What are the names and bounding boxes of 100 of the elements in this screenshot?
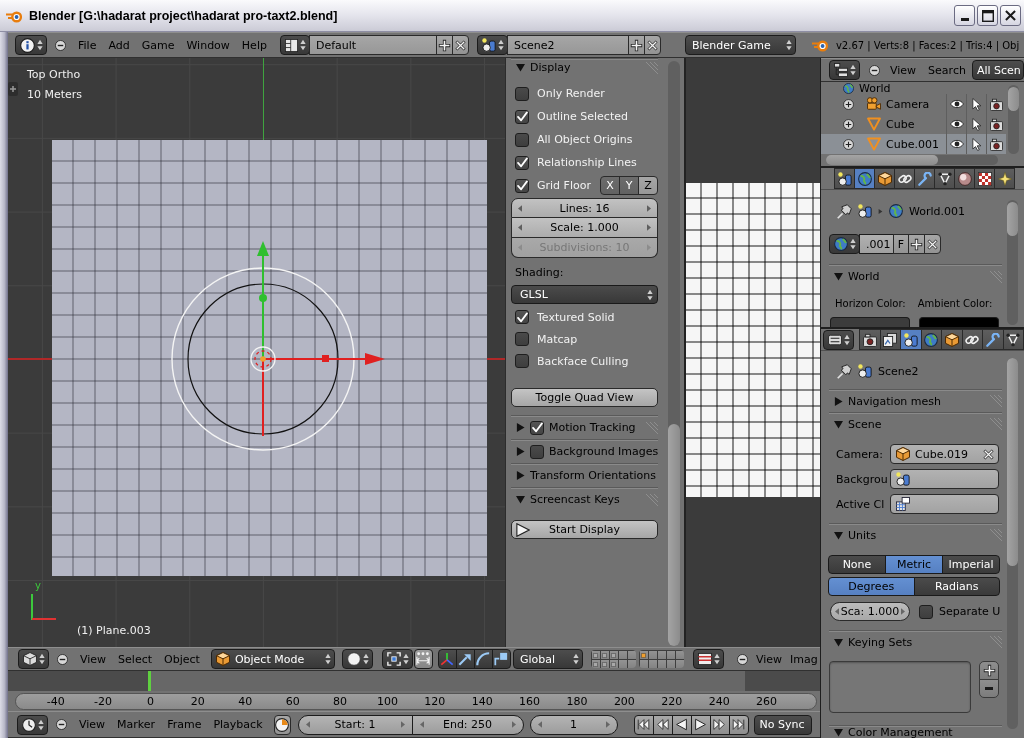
mode-dropdown[interactable]: Object Mode xyxy=(210,649,335,669)
eye-icon[interactable] xyxy=(949,137,964,151)
fake-user-toggle[interactable]: F xyxy=(893,234,909,254)
pin-icon[interactable] xyxy=(837,203,852,219)
properties-tab[interactable] xyxy=(834,168,855,189)
triangle-right-icon[interactable] xyxy=(834,396,843,406)
triangle-down-icon[interactable] xyxy=(516,63,525,72)
unit-scale-field[interactable]: Sca: 1.000 xyxy=(830,602,910,621)
panel-header[interactable]: Navigation mesh xyxy=(829,389,1002,412)
editor-type-dropdown[interactable] xyxy=(693,649,724,669)
minimize-button[interactable] xyxy=(954,5,975,26)
shading-mode-dropdown[interactable] xyxy=(341,649,373,669)
checkbox[interactable] xyxy=(530,420,544,435)
properties-tab[interactable] xyxy=(934,168,955,189)
editor-type-dropdown[interactable] xyxy=(15,35,47,55)
start-frame-field[interactable]: Start: 1 xyxy=(297,714,413,735)
render-engine-dropdown[interactable]: Blender Game xyxy=(684,35,796,55)
menu-item[interactable]: View xyxy=(74,652,113,666)
end-frame-field[interactable]: End: 250 xyxy=(411,714,524,735)
menu-item[interactable]: Marker xyxy=(111,718,162,731)
editor-type-dropdown[interactable] xyxy=(18,649,49,669)
properties-tab[interactable] xyxy=(961,329,983,350)
editor-type-dropdown[interactable] xyxy=(823,329,854,350)
layer-button[interactable] xyxy=(617,659,628,668)
image-editor-area[interactable] xyxy=(684,58,820,647)
timeline-track[interactable] xyxy=(8,671,820,691)
checkbox[interactable] xyxy=(515,178,529,193)
datablock-field[interactable] xyxy=(890,494,999,514)
menu-item[interactable]: Select xyxy=(112,652,159,666)
camera-icon[interactable] xyxy=(990,137,1003,151)
manipulator-toggle[interactable] xyxy=(413,649,433,669)
pin-icon[interactable] xyxy=(837,363,852,379)
properties-tab[interactable] xyxy=(894,168,915,189)
editor-type-dropdown[interactable] xyxy=(829,60,860,80)
checkbox[interactable] xyxy=(530,444,544,459)
scrollbar-thumb[interactable] xyxy=(1007,358,1018,566)
cursor-icon[interactable] xyxy=(970,137,983,151)
properties-tab[interactable] xyxy=(900,329,922,350)
triangle-down-icon[interactable] xyxy=(834,530,843,540)
checkbox[interactable] xyxy=(515,132,529,147)
layer-button[interactable] xyxy=(626,659,636,668)
checkbox[interactable] xyxy=(515,354,529,368)
play-button[interactable] xyxy=(690,714,711,735)
triangle-right-icon[interactable] xyxy=(516,423,525,432)
pivot-point-dropdown[interactable] xyxy=(381,649,413,669)
clear-icon[interactable] xyxy=(983,448,994,460)
panel-header[interactable]: Color Management xyxy=(829,725,1002,738)
panel-header[interactable]: Keying Sets xyxy=(829,630,1002,653)
layer-button[interactable] xyxy=(665,659,676,668)
timeline-ruler[interactable]: -40 -20 0 20 40 60 80 100 120 140 160 180 200 220 240 260 xyxy=(15,693,817,710)
camera-icon[interactable] xyxy=(990,97,1003,111)
menu-item[interactable]: File xyxy=(72,38,103,52)
scrollbar-thumb[interactable] xyxy=(668,424,680,646)
editor-type-dropdown[interactable] xyxy=(17,714,48,735)
eye-icon[interactable] xyxy=(949,117,964,131)
axis-toggle[interactable]: X xyxy=(600,176,620,195)
properties-tab[interactable] xyxy=(982,329,1004,350)
current-frame-field[interactable]: 1 xyxy=(529,714,618,735)
keying-toggle[interactable] xyxy=(273,714,291,735)
properties-tab[interactable] xyxy=(974,168,995,189)
triangle-down-icon[interactable] xyxy=(516,495,525,504)
scrollbar-track[interactable] xyxy=(826,155,998,165)
panel-header[interactable]: World xyxy=(829,264,1002,288)
eye-icon[interactable] xyxy=(949,97,964,111)
triangle-down-icon[interactable] xyxy=(834,728,843,737)
axis-toggle[interactable]: Z xyxy=(638,176,658,195)
datablock-field[interactable] xyxy=(890,469,999,489)
manipulator-button[interactable] xyxy=(437,649,457,669)
scene-dropdown[interactable] xyxy=(476,35,508,55)
scrollbar-track[interactable] xyxy=(668,61,680,646)
scrollbar-track[interactable] xyxy=(1008,85,1019,154)
previous-keyframe-button[interactable] xyxy=(652,714,673,735)
next-keyframe-button[interactable] xyxy=(709,714,730,735)
plus-icon[interactable] xyxy=(8,82,18,96)
jump-to-start-button[interactable] xyxy=(633,714,654,735)
menu-item[interactable]: Help xyxy=(235,38,273,52)
menu-item[interactable]: Frame xyxy=(161,718,208,731)
checkbox[interactable] xyxy=(515,332,529,346)
scrollbar-track[interactable] xyxy=(1007,200,1018,325)
cursor-icon[interactable] xyxy=(970,117,983,131)
menu-item[interactable]: Window xyxy=(180,38,236,52)
checkbox[interactable] xyxy=(515,109,529,124)
properties-tab[interactable] xyxy=(1002,329,1024,350)
start-display-button[interactable]: Start Display xyxy=(511,520,658,539)
jump-to-end-button[interactable] xyxy=(728,714,749,735)
menu-item[interactable]: Game xyxy=(135,38,181,52)
triangle-right-icon[interactable] xyxy=(516,471,525,480)
scrollbar-thumb[interactable] xyxy=(1008,87,1019,111)
properties-tab[interactable] xyxy=(874,168,895,189)
outliner-row[interactable]: Camera xyxy=(821,94,1006,114)
unit-system-option[interactable]: Metric xyxy=(885,555,943,574)
scrollbar-thumb[interactable] xyxy=(826,155,938,165)
properties-tab[interactable] xyxy=(994,168,1015,189)
panel-header[interactable]: Screencast Keys xyxy=(511,487,658,511)
expand-icon[interactable] xyxy=(843,118,854,130)
menu-item[interactable]: View xyxy=(73,718,112,731)
menu-item[interactable]: Add xyxy=(102,38,136,52)
camera-icon[interactable] xyxy=(990,117,1003,131)
outliner-row[interactable]: Cube.001 xyxy=(821,134,1006,154)
rotation-unit-option[interactable]: Degrees xyxy=(828,577,915,596)
